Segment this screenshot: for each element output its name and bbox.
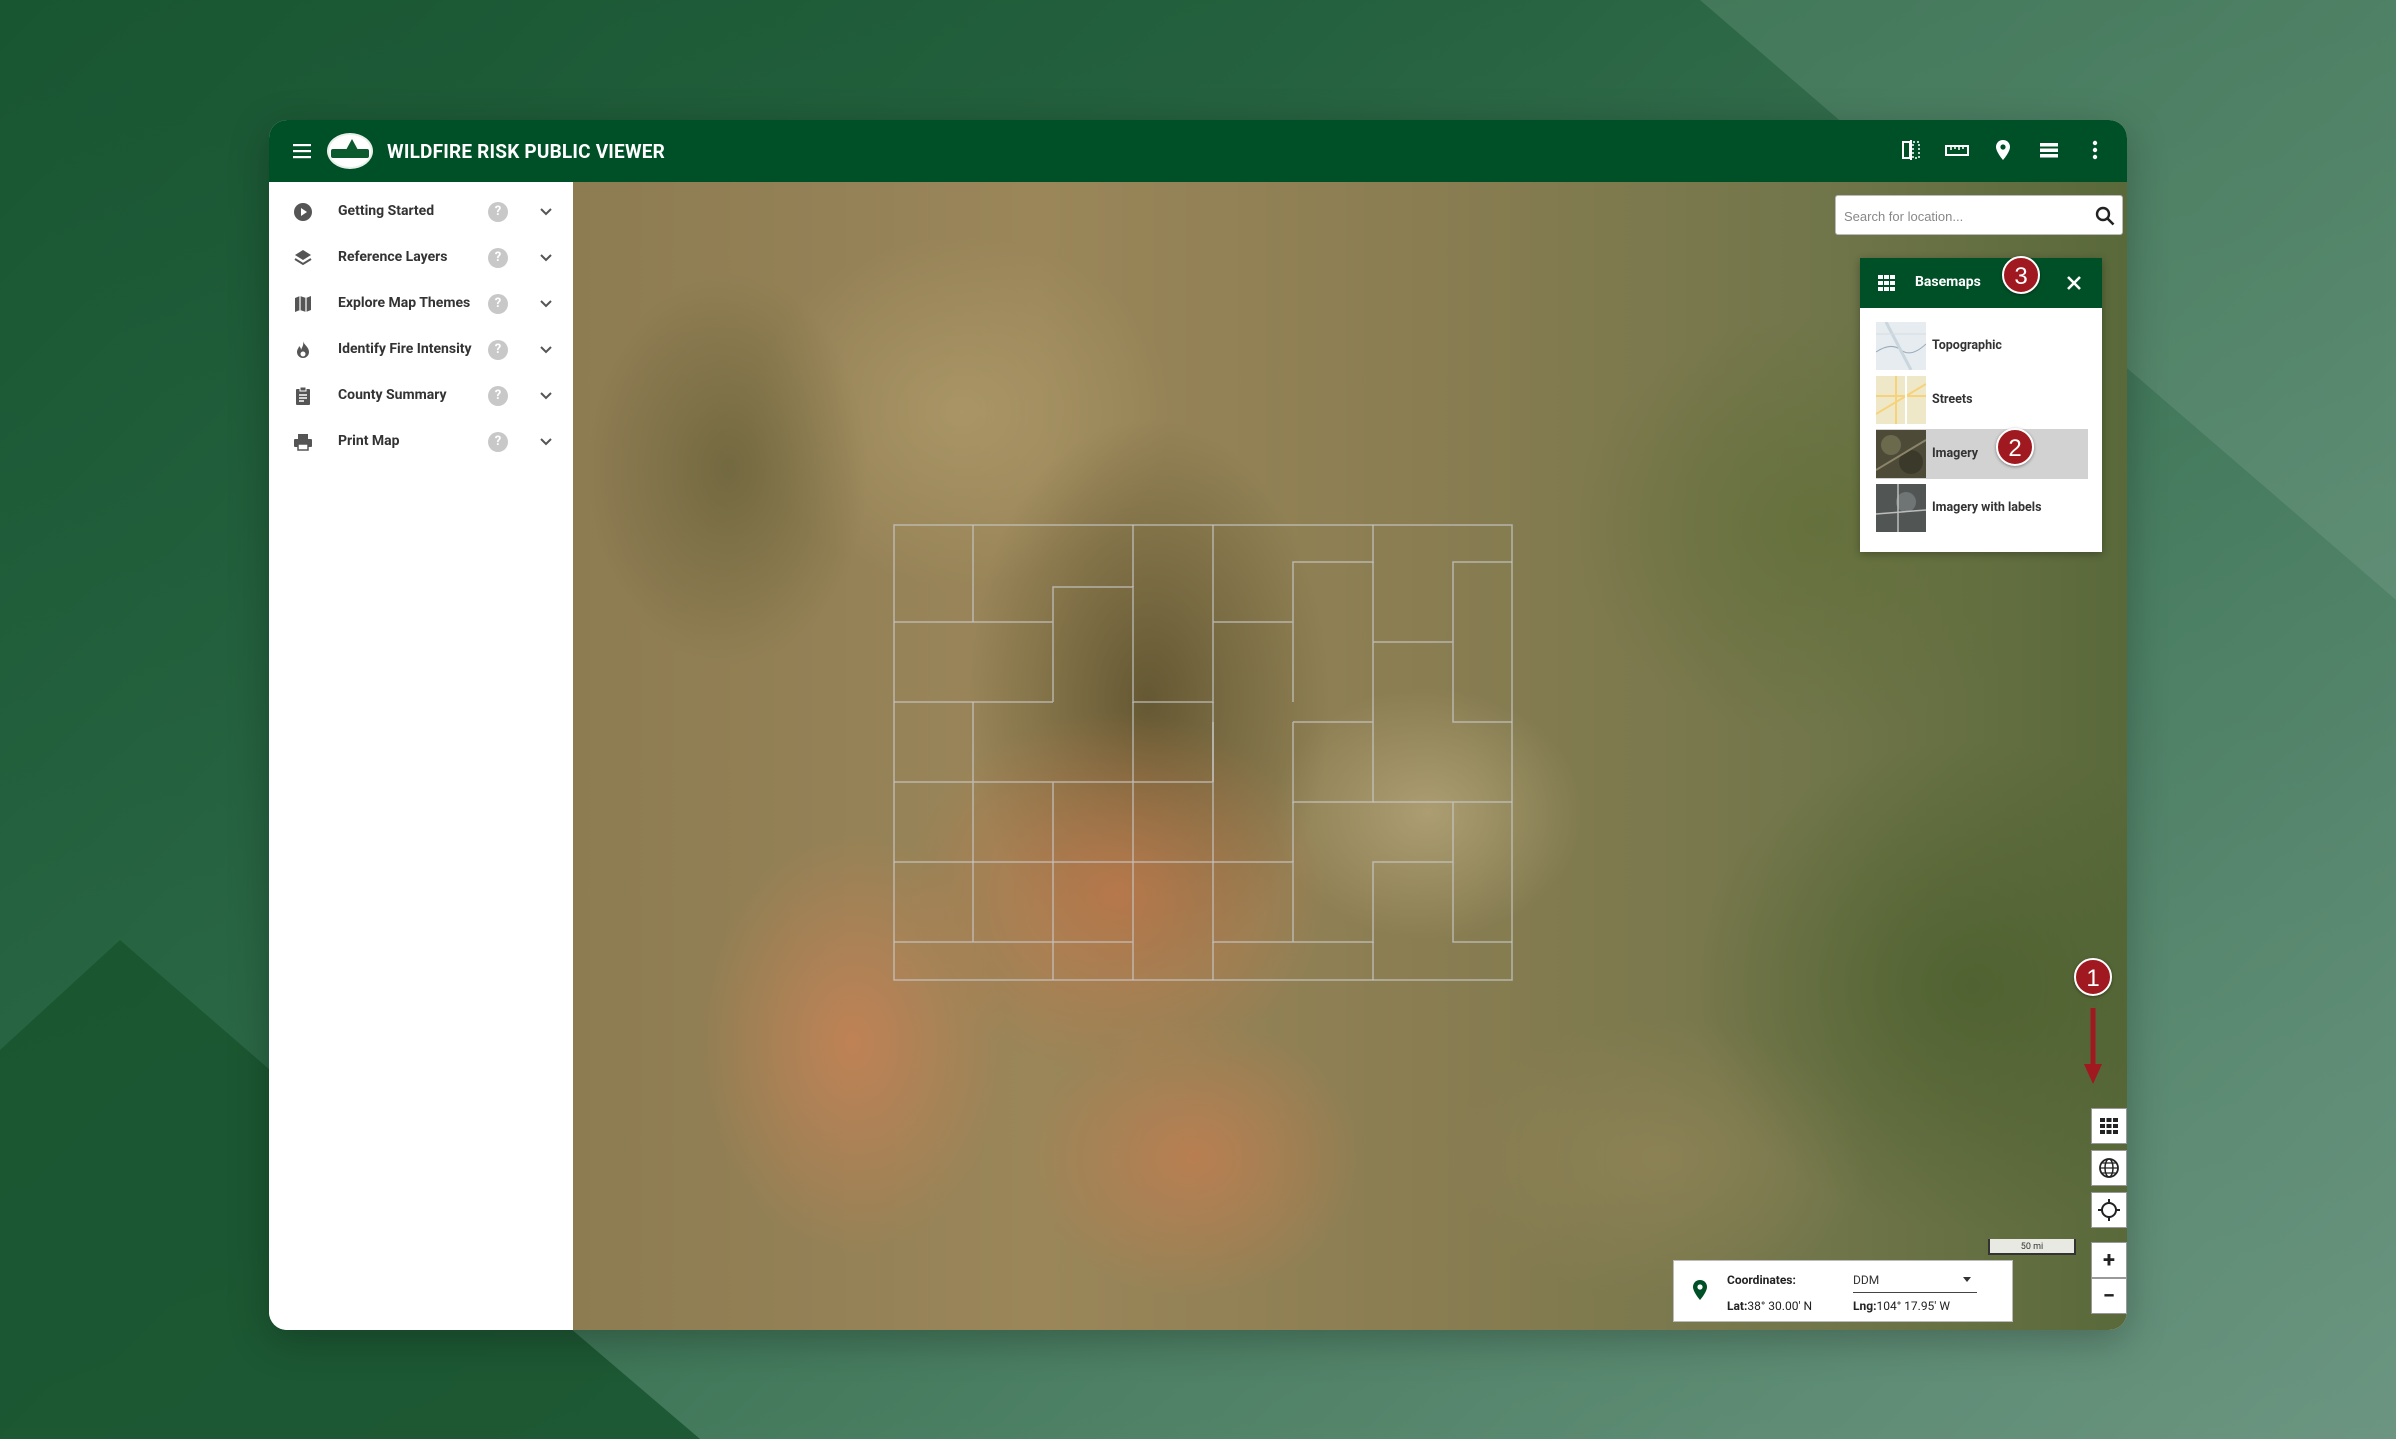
chevron-down-icon[interactable]: [537, 249, 555, 267]
sidebar-item-explore-map-themes[interactable]: Explore Map Themes ?: [269, 281, 573, 327]
grid-icon: [2100, 1118, 2118, 1134]
app-window: WILDFIRE RISK PUBLIC VIEWER Getting Star…: [269, 120, 2127, 1330]
caret-down-icon: [1963, 1277, 1971, 1282]
basemap-label: Imagery: [1932, 446, 1979, 461]
sidebar-item-county-summary[interactable]: County Summary ?: [269, 373, 573, 419]
imagery-thumbnail: [1875, 430, 1927, 478]
sidebar-item-identify-fire-intensity[interactable]: Identify Fire Intensity ?: [269, 327, 573, 373]
chevron-down-icon[interactable]: [537, 295, 555, 313]
basemap-label: Topographic: [1932, 338, 2002, 353]
latitude-label: Lat:: [1727, 1299, 1748, 1313]
latitude-readout: Lat:38° 30.00' N: [1727, 1299, 1812, 1313]
basemaps-header: Basemaps: [1860, 258, 2102, 308]
locate-button[interactable]: [2091, 1192, 2127, 1228]
basemap-toggle-button[interactable]: [2091, 1108, 2127, 1144]
help-icon[interactable]: ?: [488, 248, 508, 268]
coordinates-label: Coordinates:: [1727, 1273, 1796, 1287]
coordinate-format-select[interactable]: DDM: [1853, 1270, 1977, 1293]
coordinate-format-value: DDM: [1853, 1273, 1880, 1287]
grid-icon: [1878, 274, 1896, 292]
sidebar-item-label: Print Map: [338, 433, 400, 449]
basemap-label: Streets: [1932, 392, 1973, 407]
zoom-in-button[interactable]: +: [2091, 1242, 2127, 1278]
imagery-with-labels-thumbnail: [1875, 484, 1927, 532]
top-bar: WILDFIRE RISK PUBLIC VIEWER: [269, 120, 2127, 182]
play-circle-icon: [293, 202, 313, 222]
sidebar-item-label: Getting Started: [338, 203, 435, 219]
sidebar: Getting Started ? Reference Layers ? Exp…: [269, 182, 574, 1330]
sidebar-item-reference-layers[interactable]: Reference Layers ?: [269, 235, 573, 281]
basemaps-panel: Basemaps Topographic Streets Imagery Ima…: [1860, 258, 2102, 552]
streets-thumbnail: [1875, 376, 1927, 424]
more-vert-icon[interactable]: [2081, 136, 2109, 164]
chevron-down-icon[interactable]: [537, 203, 555, 221]
toolbar: [1897, 136, 2109, 164]
crosshair-icon: [2098, 1199, 2120, 1221]
step-badge-3: 3: [2002, 256, 2040, 294]
longitude-value: 104° 17.95' W: [1876, 1299, 1951, 1313]
chevron-down-icon[interactable]: [537, 341, 555, 359]
sidebar-item-label: Explore Map Themes: [338, 295, 471, 311]
search-input[interactable]: [1842, 205, 2086, 227]
basemap-label: Imagery with labels: [1932, 500, 2042, 515]
basemaps-title: Basemaps: [1915, 274, 1981, 290]
topographic-thumbnail: [1875, 321, 1927, 371]
globe-icon: [2099, 1158, 2119, 1178]
basemap-option-imagery-with-labels[interactable]: Imagery with labels: [1875, 483, 2088, 533]
sidebar-item-print-map[interactable]: Print Map ?: [269, 419, 573, 465]
chevron-down-icon[interactable]: [537, 387, 555, 405]
sidebar-item-label: Reference Layers: [338, 249, 448, 265]
basemap-option-streets[interactable]: Streets: [1875, 375, 2088, 425]
sidebar-item-getting-started[interactable]: Getting Started ?: [269, 189, 573, 235]
location-pin-icon: [1690, 1279, 1710, 1301]
measure-icon[interactable]: [1943, 136, 1971, 164]
printer-icon: [293, 432, 313, 452]
fire-icon: [293, 340, 313, 360]
help-icon[interactable]: ?: [488, 432, 508, 452]
coordinates-panel: Coordinates: DDM Lat:38° 30.00' N Lng:10…: [1673, 1260, 2013, 1322]
search-box: [1835, 195, 2123, 235]
step-badge-1: 1: [2074, 958, 2112, 996]
basemap-option-topographic[interactable]: Topographic: [1875, 321, 2088, 371]
logo: [327, 133, 373, 169]
compare-icon[interactable]: [1897, 136, 1925, 164]
close-icon[interactable]: [2064, 273, 2084, 293]
basemap-option-imagery[interactable]: Imagery: [1875, 429, 2088, 479]
sidebar-item-label: County Summary: [338, 387, 447, 403]
search-icon[interactable]: [2094, 205, 2116, 227]
hamburger-menu-icon[interactable]: [291, 140, 313, 162]
scale-bar: 50 mi: [1988, 1239, 2076, 1255]
step-badge-2: 2: [1996, 428, 2034, 466]
map-icon: [293, 294, 313, 314]
help-icon[interactable]: ?: [488, 386, 508, 406]
globe-button[interactable]: [2091, 1150, 2127, 1186]
location-pin-icon[interactable]: [1989, 136, 2017, 164]
chevron-down-icon[interactable]: [537, 433, 555, 451]
longitude-label: Lng:: [1853, 1299, 1877, 1313]
map-view[interactable]: Basemaps Topographic Streets: [573, 182, 2127, 1330]
layer-list-icon[interactable]: [2035, 136, 2063, 164]
longitude-readout: Lng:104° 17.95' W: [1853, 1299, 1950, 1313]
help-icon[interactable]: ?: [488, 294, 508, 314]
help-icon[interactable]: ?: [488, 202, 508, 222]
app-title: WILDFIRE RISK PUBLIC VIEWER: [387, 140, 666, 163]
arrow-down-icon: [2084, 1008, 2102, 1084]
layers-icon: [293, 248, 313, 268]
clipboard-icon: [293, 386, 313, 406]
zoom-out-button[interactable]: −: [2091, 1278, 2127, 1314]
sidebar-item-label: Identify Fire Intensity: [338, 341, 472, 357]
latitude-value: 38° 30.00' N: [1747, 1299, 1813, 1313]
help-icon[interactable]: ?: [488, 340, 508, 360]
